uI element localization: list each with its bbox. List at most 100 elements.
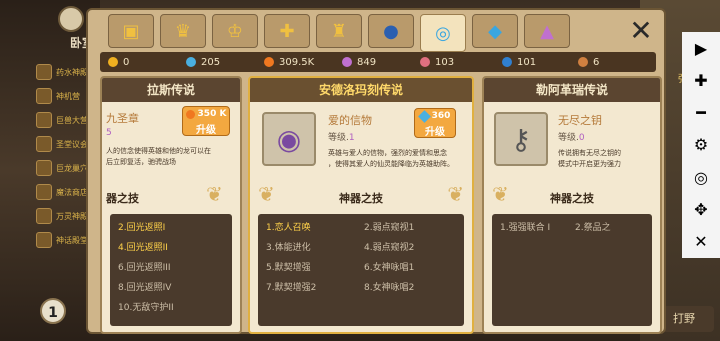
plus-icon: ✚ (694, 70, 708, 90)
building-icon (36, 64, 52, 80)
resource-crystal: 205 (186, 57, 264, 68)
item-description: 英雄与爱人的信物，强烈的爱情和思念 ，使得其爱人的仙灵能降临为英雄助阵。 (328, 149, 454, 168)
resource-bar: 0 205 309.5K 849 103 101 6 (100, 52, 656, 72)
resource-coin: 309.5K (264, 57, 342, 68)
artifact-panel: ▣ ♛ ♔ ✚ ♜ ● ◎ ◆ ▲ ✕ 0 205 309.5K 849 103… (86, 8, 666, 334)
card-title: 安德洛玛刻传说 (250, 78, 472, 102)
tab-orb[interactable]: ● (368, 14, 414, 48)
skill-item[interactable]: 4.弱点窥视2 (364, 240, 456, 256)
skill-item[interactable]: 2.回光返照I (118, 220, 224, 236)
gold-coin-icon (108, 57, 118, 67)
artifact-item: ◉ 爱的信物 等级.1 英雄与爱人的信物，强烈的爱情和思念 ，使得其爱人的仙灵能… (250, 102, 472, 176)
blue-gem-icon (502, 57, 512, 67)
building-icon (36, 88, 52, 104)
building-icon (36, 112, 52, 128)
skill-item[interactable]: 6.回光返照III (118, 260, 224, 276)
building-icon (36, 184, 52, 200)
tab-gem[interactable]: ◆ (472, 14, 518, 48)
artifact-card-left[interactable]: 拉斯传说 九圣章 5 人的信念使得英雄和他的龙可以在 后立即复活，驰骋战场 35… (100, 76, 242, 334)
close-overlay-button[interactable]: ✕ (688, 229, 714, 255)
trophy-icon: ♜ (330, 20, 348, 42)
blue-orb-icon: ● (383, 20, 399, 42)
close-button[interactable]: ✕ (626, 16, 656, 46)
orange-coin-icon (185, 109, 195, 119)
play-icon: ▶ (694, 38, 708, 58)
item-level: 等级.0 (558, 133, 585, 143)
avatar[interactable] (58, 6, 84, 32)
resource-amber: 6 (578, 57, 628, 68)
move-icon: ✥ (694, 200, 708, 220)
move-button[interactable]: ✥ (688, 197, 714, 223)
gem-icon: ◆ (488, 20, 502, 42)
upgrade-button[interactable]: 360 升级 (414, 108, 456, 138)
play-button[interactable]: ▶ (688, 35, 714, 61)
artifact-item: 九圣章 5 人的信念使得英雄和他的龙可以在 后立即复活，驰骋战场 350 K 升… (102, 102, 240, 176)
skill-item[interactable]: 2.弱点窥视1 (364, 220, 456, 236)
crown-icon: ♔ (226, 20, 244, 42)
control-strip: ▶ ✚ ━ ⚙ ◎ ✥ ✕ (682, 32, 720, 258)
flower-icon (420, 57, 430, 67)
skill-item[interactable]: 10.无敌守护II (118, 300, 224, 316)
amber-icon (578, 57, 588, 67)
wing-right-icon: ❦ (447, 182, 464, 206)
love-token-ring-icon: ◉ (262, 112, 316, 166)
item-name: 爱的信物 (328, 114, 372, 127)
skill-item[interactable]: 1.恋人召唤 (266, 220, 358, 236)
cross-icon: ✚ (279, 20, 295, 42)
close-icon: ✕ (694, 232, 708, 252)
item-name: 无尽之钥 (558, 114, 602, 127)
tab-crest[interactable]: ♛ (160, 14, 206, 48)
skill-item[interactable]: 5.默契增强 (266, 260, 358, 276)
artifact-card-selected[interactable]: 安德洛玛刻传说 ◉ 爱的信物 等级.1 英雄与爱人的信物，强烈的爱情和思念 ，使… (248, 76, 474, 334)
artifact-item: ⚷ 无尽之钥 等级.0 传说拥有无尽之钥的 模式中开启更为强力 (484, 102, 660, 176)
close-icon: ✕ (629, 14, 653, 47)
wing-left-icon: ❦ (258, 182, 275, 206)
building-icon (36, 232, 52, 248)
building-icon (36, 208, 52, 224)
resource-gem-bag: 849 (342, 57, 420, 68)
skill-section-title: 神器之技 (550, 192, 594, 205)
key-icon: ⚷ (494, 112, 548, 166)
wing-icon: ❦ (206, 182, 223, 206)
resource-blue-gem: 101 (502, 57, 578, 68)
tab-treasure[interactable]: ▣ (108, 14, 154, 48)
card-title: 勒阿革瑞传说 (484, 78, 660, 102)
tab-ring[interactable]: ◎ (420, 14, 466, 52)
skill-item[interactable]: 1.强强联合 I (500, 220, 569, 236)
minus-icon: ━ (696, 103, 706, 123)
skill-item[interactable]: 8.女神咏唱2 (364, 280, 456, 296)
settings-button[interactable]: ⚙ (688, 132, 714, 158)
card-title: 拉斯传说 (102, 78, 240, 102)
crystal-icon (186, 57, 196, 67)
orange-coin-icon (264, 57, 274, 67)
building-icon (36, 160, 52, 176)
artifact-card-right[interactable]: 勒阿革瑞传说 ⚷ 无尽之钥 等级.0 传说拥有无尽之钥的 模式中开启更为强力 神… (482, 76, 662, 334)
item-level: 等级.1 (328, 133, 355, 143)
winged-crest-icon: ♛ (174, 20, 192, 42)
tab-crown[interactable]: ♔ (212, 14, 258, 48)
zoom-in-button[interactable]: ✚ (688, 67, 714, 93)
gear-icon: ⚙ (693, 135, 709, 155)
skill-item[interactable]: 2.祭品之 (575, 220, 644, 236)
skill-item[interactable]: 7.默契增强2 (266, 280, 358, 296)
tab-trophy[interactable]: ♜ (316, 14, 362, 48)
tab-shirt[interactable]: ▲ (524, 14, 570, 48)
skill-item[interactable]: 8.回光返照IV (118, 280, 224, 296)
ring-icon: ◎ (435, 22, 451, 44)
skill-item[interactable]: 6.女神咏唱1 (364, 260, 456, 276)
crystal-icon (417, 109, 431, 123)
hide-button[interactable]: ◎ (688, 164, 714, 190)
resource-gold: 0 (108, 57, 186, 68)
level-badge[interactable]: 1 (40, 298, 66, 324)
zoom-out-button[interactable]: ━ (688, 100, 714, 126)
skill-list: 2.回光返照I 4.回光返照II 6.回光返照III 8.回光返照IV 10.无… (110, 214, 232, 326)
tab-cross[interactable]: ✚ (264, 14, 310, 48)
item-description: 传说拥有无尽之钥的 模式中开启更为强力 (558, 149, 621, 168)
skill-item[interactable]: 3.体能进化 (266, 240, 358, 256)
skill-list: 1.恋人召唤 2.弱点窥视1 3.体能进化 4.弱点窥视2 5.默契增强 6.女… (258, 214, 464, 326)
building-icon (36, 136, 52, 152)
skill-item[interactable]: 4.回光返照II (118, 240, 224, 256)
upgrade-button[interactable]: 350 K 升级 (182, 106, 230, 136)
treasure-chest-icon: ▣ (122, 20, 140, 42)
category-tabs: ▣ ♛ ♔ ✚ ♜ ● ◎ ◆ ▲ (108, 14, 570, 52)
